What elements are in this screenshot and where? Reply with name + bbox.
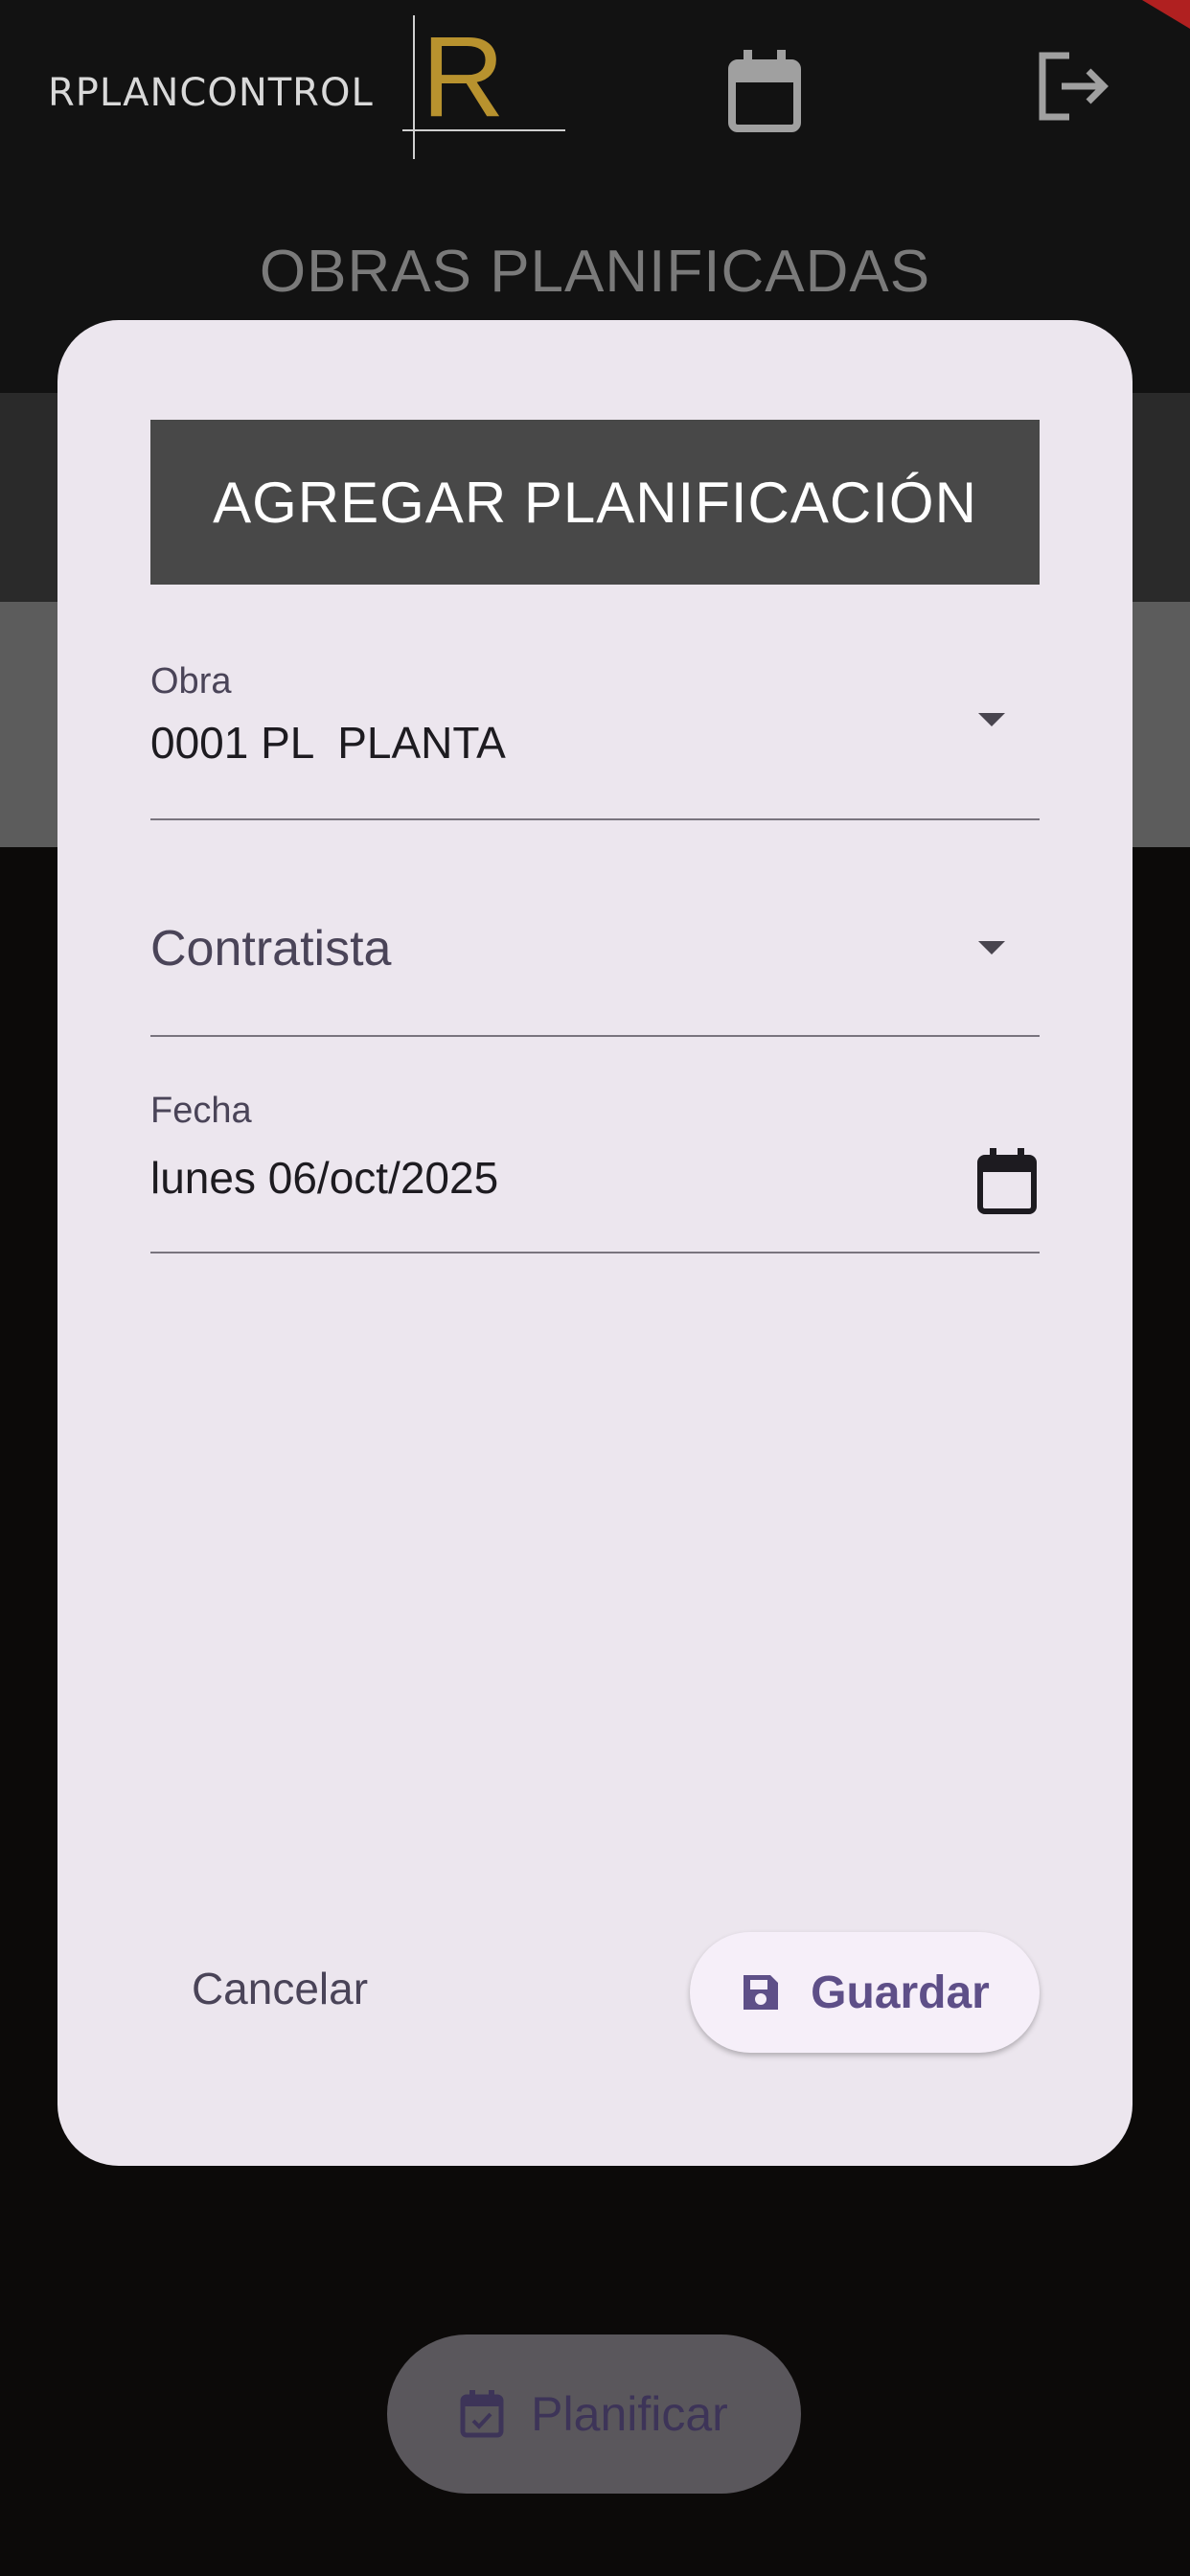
chevron-down-icon <box>978 713 1005 726</box>
calendar-check-icon <box>460 2390 504 2438</box>
planificar-button[interactable]: Planificar <box>387 2334 801 2494</box>
dialog-header: AGREGAR PLANIFICACIÓN <box>150 420 1040 585</box>
fecha-field[interactable]: Fecha lunes 06/oct/2025 <box>150 1091 1040 1254</box>
dialog-title: AGREGAR PLANIFICACIÓN <box>213 470 977 535</box>
fecha-label: Fecha <box>150 1091 252 1131</box>
calendar-icon[interactable] <box>726 48 803 134</box>
chevron-down-icon <box>978 941 1005 954</box>
contratista-placeholder: Contratista <box>150 921 392 977</box>
logo-text: RPLANCONTROL <box>48 71 374 115</box>
debug-banner <box>1142 0 1190 29</box>
obra-label: Obra <box>150 661 232 702</box>
save-label: Guardar <box>811 1966 990 2018</box>
contratista-dropdown[interactable]: Contratista <box>150 872 1040 1037</box>
add-planning-dialog: AGREGAR PLANIFICACIÓN Obra 0001 PL PLANT… <box>57 320 1133 2166</box>
page-title: OBRAS PLANIFICADAS <box>259 239 931 305</box>
fecha-value: lunes 06/oct/2025 <box>150 1153 499 1203</box>
obra-dropdown[interactable]: Obra 0001 PL PLANTA <box>150 661 1040 820</box>
save-button[interactable]: Guardar <box>690 1932 1040 2053</box>
calendar-icon[interactable] <box>976 1146 1038 1215</box>
cancel-button[interactable]: Cancelar <box>165 1936 395 2041</box>
app-logo: RPLANCONTROL R <box>48 15 565 159</box>
logo-mark-icon: R <box>402 15 565 159</box>
logout-icon[interactable] <box>1035 48 1111 125</box>
planificar-label: Planificar <box>531 2387 728 2441</box>
logo-letter: R <box>422 15 505 141</box>
save-icon <box>744 1975 779 2010</box>
obra-value: 0001 PL PLANTA <box>150 718 506 768</box>
